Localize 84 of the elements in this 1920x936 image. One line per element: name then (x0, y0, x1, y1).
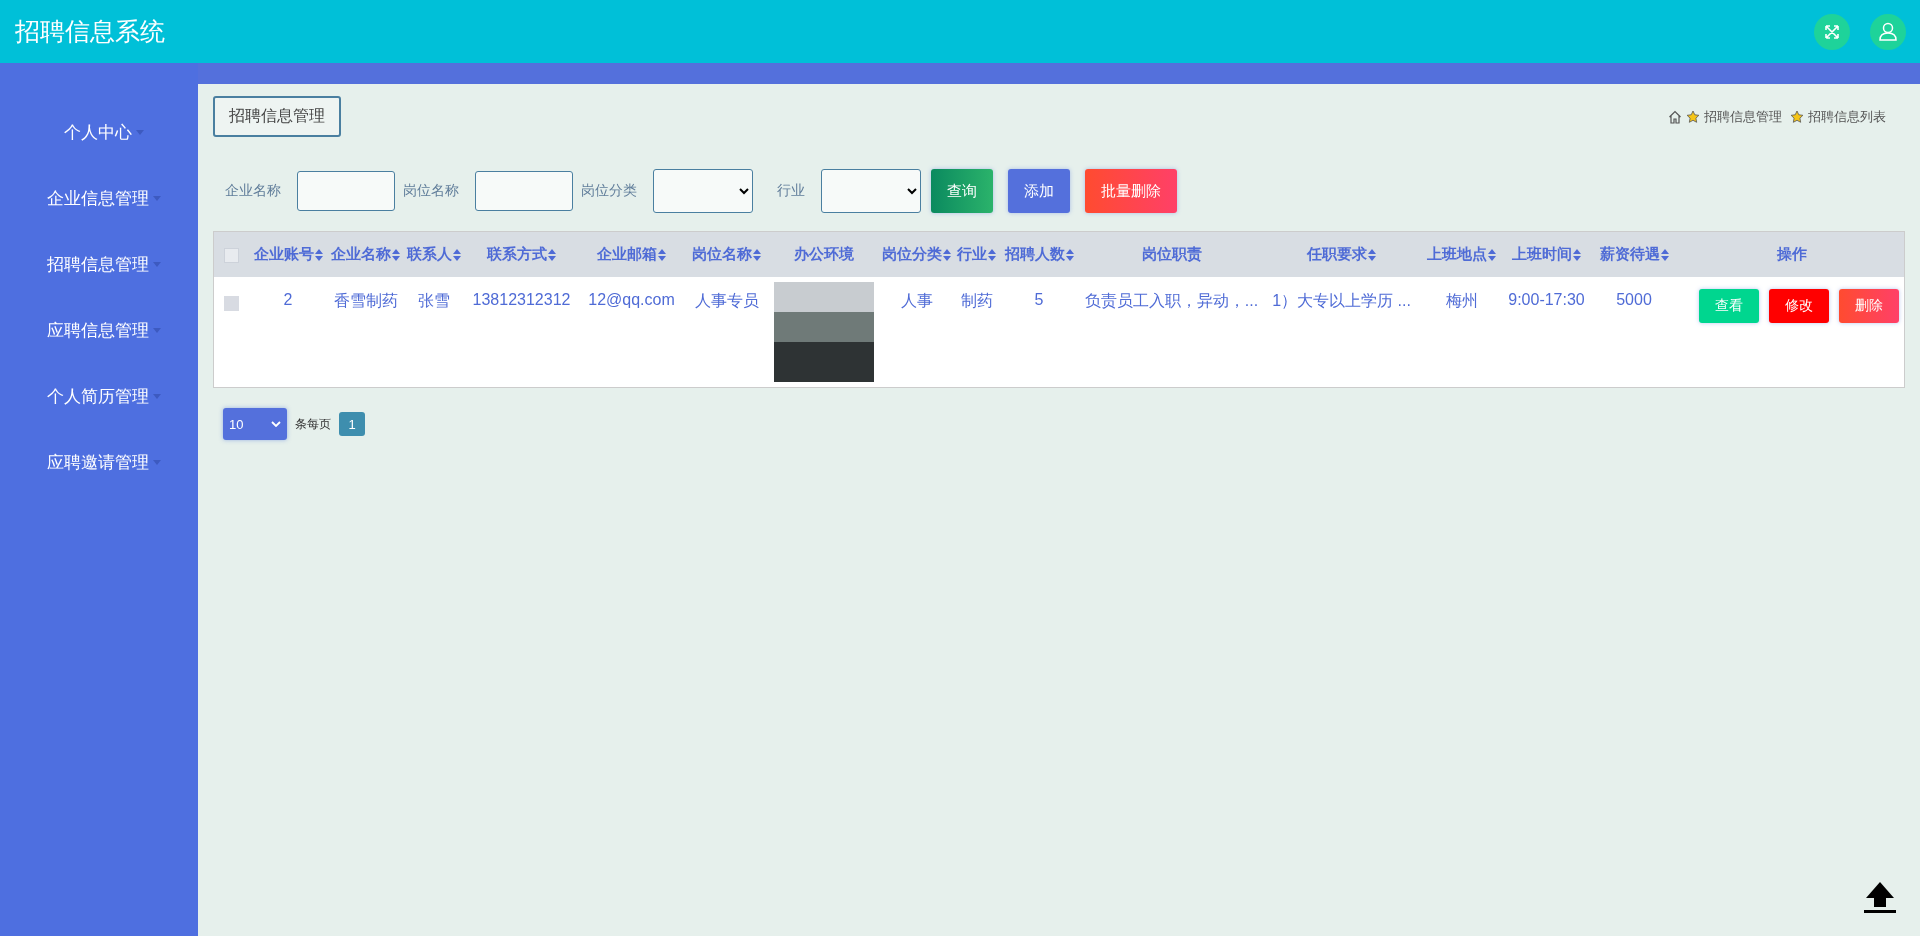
action-button[interactable]: 添加 (1008, 169, 1070, 213)
table-cell: 13812312312 (472, 291, 571, 309)
dropdown[interactable] (821, 169, 921, 213)
column-header[interactable]: 薪资待遇 (1599, 245, 1669, 264)
table-cell-text: 负责员工入职，异动，... (1084, 291, 1259, 311)
sort-icon[interactable] (943, 248, 951, 261)
app-title: 招聘信息系统 (15, 16, 165, 47)
sidebar-item[interactable]: 应聘邀请管理 (0, 429, 198, 495)
sort-icon[interactable] (392, 248, 400, 261)
column-header[interactable]: 联系方式 (487, 245, 556, 264)
table-cell-text: 制药 (960, 291, 993, 311)
chevron-icon (271, 421, 281, 427)
sort-icon[interactable] (658, 248, 666, 261)
home-icon[interactable] (1668, 109, 1682, 124)
column-header[interactable]: 联系人 (407, 245, 461, 264)
caret-icon (153, 327, 161, 333)
table-cell: 5000 (1616, 291, 1652, 309)
sort-icon[interactable] (753, 248, 761, 261)
text-field[interactable] (297, 171, 395, 211)
sort-icon[interactable] (1368, 248, 1376, 261)
column-header: 办公环境 (794, 245, 854, 264)
fullscreen-icon[interactable] (1814, 13, 1850, 50)
table-cell: 9:00-17:30 (1508, 291, 1585, 309)
caret-icon (153, 195, 161, 201)
select-all-checkbox[interactable] (224, 248, 239, 264)
sidebar-item[interactable]: 应聘信息管理 (0, 297, 198, 363)
table-cell-text: 梅州 (1445, 291, 1478, 311)
sort-icon[interactable] (1573, 248, 1581, 261)
column-header[interactable]: 岗位名称 (692, 245, 761, 264)
star-icon (1790, 109, 1804, 124)
table-cell-text: 人事 (900, 291, 933, 311)
table-cell-text: 1）大专以上学历 ... (1272, 291, 1411, 311)
caret-icon (153, 261, 161, 267)
table-cell-text: 香雪制药 (333, 291, 398, 311)
table-cell: 5 (1034, 291, 1044, 309)
dropdown[interactable] (653, 169, 753, 213)
row-checkbox[interactable] (224, 296, 239, 311)
column-header[interactable]: 企业账号 (253, 245, 323, 264)
filter-label: 岗位分类 (581, 182, 637, 200)
column-header[interactable]: 行业 (957, 245, 996, 264)
row-action-button[interactable]: 修改 (1769, 289, 1829, 323)
row-action-button[interactable]: 删除 (1839, 289, 1899, 323)
column-header: 岗位职责 (1141, 245, 1202, 264)
table-cell: 2 (283, 291, 293, 309)
breadcrumb-link[interactable]: 招聘信息管理 (1704, 107, 1782, 126)
sort-icon[interactable] (1660, 248, 1669, 261)
table-cell-text: 人事专员 (694, 291, 759, 311)
star-icon (1686, 109, 1700, 124)
column-header[interactable]: 企业名称 (331, 245, 400, 264)
sidebar-item[interactable]: 个人简历管理 (0, 363, 198, 429)
sort-icon[interactable] (314, 248, 323, 261)
user-icon[interactable] (1870, 13, 1906, 50)
text-field[interactable] (475, 171, 573, 211)
column-header[interactable]: 上班地点 (1427, 245, 1496, 264)
action-button[interactable]: 查询 (931, 169, 993, 213)
filter-label: 行业 (777, 182, 805, 200)
filter-label: 岗位名称 (403, 182, 459, 200)
column-header[interactable]: 上班时间 (1512, 245, 1581, 264)
column-header[interactable]: 岗位分类 (882, 245, 951, 264)
sidebar-item[interactable]: 招聘信息管理 (0, 231, 198, 297)
table-cell: 12@qq.com (588, 291, 675, 309)
page-button[interactable]: 1 (339, 412, 365, 436)
sort-icon[interactable] (1488, 248, 1496, 261)
sort-icon[interactable] (1065, 248, 1074, 261)
caret-icon (153, 459, 161, 465)
page-size-select[interactable]: 10 (223, 408, 287, 440)
column-header[interactable]: 招聘人数 (1004, 245, 1074, 264)
sidebar-item[interactable]: 企业信息管理 (0, 165, 198, 231)
caret-icon (153, 393, 161, 399)
table-cell-text: 张雪 (418, 291, 450, 311)
column-header: 操作 (1776, 245, 1807, 264)
filter-label: 企业名称 (225, 182, 281, 200)
sidebar-item[interactable]: 个人中心 (0, 99, 198, 165)
page-title: 招聘信息管理 (213, 96, 341, 137)
sort-icon[interactable] (453, 248, 461, 261)
page-size-label: 条每页 (295, 415, 331, 433)
sort-icon[interactable] (548, 248, 556, 261)
sort-icon[interactable] (988, 248, 996, 261)
row-action-button[interactable]: 查看 (1699, 289, 1759, 323)
column-header[interactable]: 企业邮箱 (597, 245, 666, 264)
column-header[interactable]: 任职要求 (1307, 245, 1376, 264)
action-button[interactable]: 批量删除 (1085, 169, 1177, 213)
breadcrumb-link[interactable]: 招聘信息列表 (1808, 107, 1886, 126)
caret-icon (136, 129, 144, 135)
